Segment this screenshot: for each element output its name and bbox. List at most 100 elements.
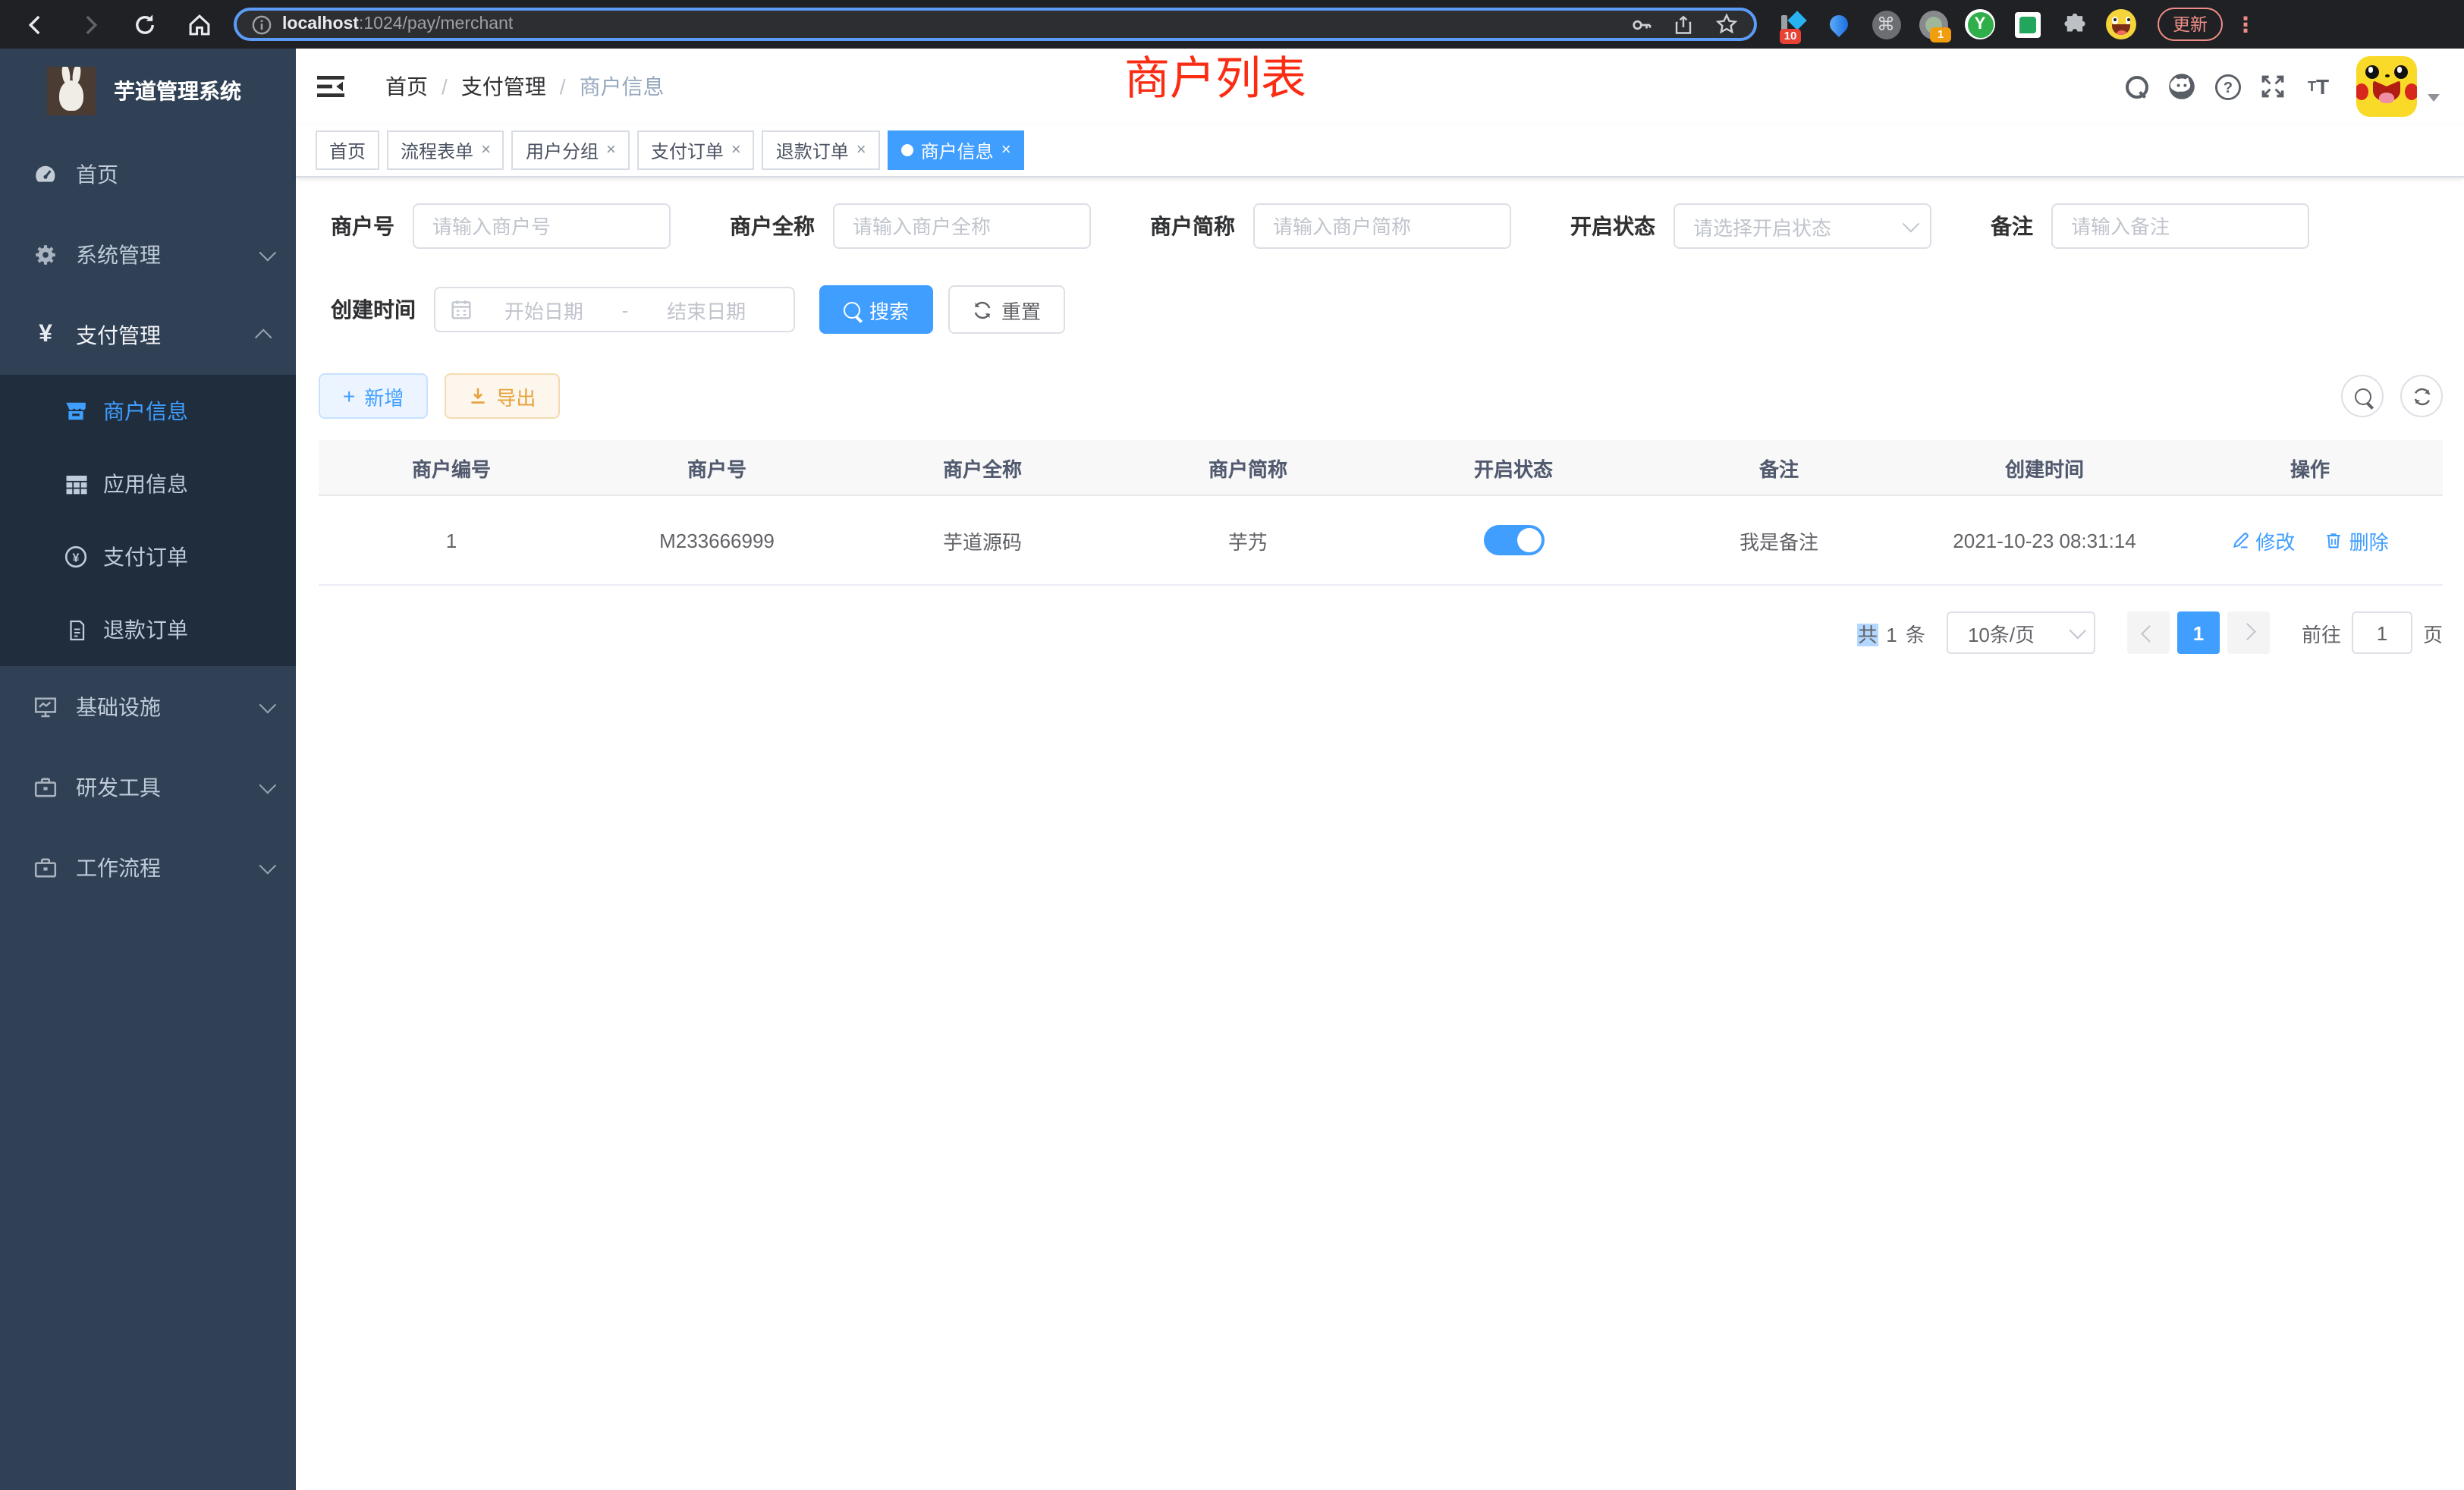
merchant-no-input[interactable] (413, 203, 671, 249)
status-toggle[interactable] (1483, 525, 1544, 555)
breadcrumb-payment[interactable]: 支付管理 (461, 71, 546, 102)
prev-page-button[interactable] (2127, 611, 2170, 654)
remark-input[interactable] (2051, 203, 2309, 249)
pagination-total: 共 1 条 (1858, 618, 1927, 647)
export-button[interactable]: 导出 (445, 373, 560, 419)
short-name-input[interactable] (1253, 203, 1511, 249)
filter-row-1: 商户号 商户全称 商户简称 开启状态 请选择开启状态 (331, 203, 2443, 249)
search-icon[interactable] (2114, 64, 2159, 109)
page-unit-label: 页 (2423, 618, 2443, 647)
search-icon (844, 301, 860, 318)
extension-bar: 10 ⌘ 1 Y (1777, 9, 2136, 39)
extension-proxy-icon[interactable]: 1 (1918, 9, 1948, 39)
font-size-icon[interactable]: TT (2296, 64, 2341, 109)
edit-link[interactable]: 修改 (2231, 526, 2295, 555)
close-icon[interactable]: × (606, 142, 616, 159)
chevron-left-icon (2141, 625, 2158, 643)
table-header-row: 商户编号 商户号 商户全称 商户简称 开启状态 备注 创建时间 操作 (319, 440, 2443, 495)
sidebar-collapse-icon[interactable] (316, 71, 346, 102)
merchant-no-label: 商户号 (331, 211, 394, 241)
date-range-picker[interactable]: 开始日期 - 结束日期 (434, 287, 795, 332)
delete-link[interactable]: 删除 (2325, 526, 2389, 555)
help-icon[interactable]: ? (2205, 64, 2250, 109)
monitor-icon (32, 694, 59, 718)
tab-user-group[interactable]: 用户分组× (512, 130, 630, 170)
sidebar-item-refund-order[interactable]: 退款订单 (0, 593, 296, 666)
chrome-update-button[interactable]: 更新 (2158, 8, 2223, 41)
refresh-button[interactable] (2400, 375, 2443, 417)
sidebar-item-pay-order[interactable]: ¥ 支付订单 (0, 520, 296, 593)
sidebar-item-merchant-info[interactable]: 商户信息 (0, 375, 296, 448)
sidebar-item-workflow[interactable]: 工作流程 (0, 827, 296, 907)
reset-button[interactable]: 重置 (948, 285, 1065, 334)
logo-rabbit-image (47, 67, 96, 115)
cell-short-name: 芋艿 (1115, 495, 1381, 585)
tab-refund-order[interactable]: 退款订单× (762, 130, 880, 170)
extension-y-icon[interactable]: Y (1965, 9, 1995, 39)
full-name-input[interactable] (833, 203, 1091, 249)
bookmark-star-icon[interactable] (1714, 12, 1739, 36)
sidebar-menu: 首页 系统管理 ¥ 支付管理 (0, 134, 296, 1490)
github-icon[interactable] (2159, 64, 2205, 109)
tab-home[interactable]: 首页 (316, 130, 379, 170)
edit-pen-icon (2231, 531, 2249, 549)
tab-pay-order[interactable]: 支付订单× (637, 130, 755, 170)
end-date[interactable]: 结束日期 (634, 295, 778, 324)
close-icon[interactable]: × (481, 142, 491, 159)
sidebar-item-devtools[interactable]: 研发工具 (0, 747, 296, 827)
browser-back-icon[interactable] (15, 5, 55, 44)
cell-merchant-no: M233666999 (584, 495, 850, 585)
url-host: localhost (282, 15, 359, 33)
tab-process-form[interactable]: 流程表单× (387, 130, 504, 170)
start-date[interactable]: 开始日期 (472, 295, 616, 324)
col-merchant-id: 商户编号 (319, 440, 584, 495)
chrome-menu-icon[interactable]: ⋮ (2235, 11, 2256, 37)
close-icon[interactable]: × (1001, 142, 1011, 159)
filter-row-2: 创建时间 开始日期 - 结束日期 搜索 重置 (331, 285, 2443, 334)
goto-page-input[interactable] (2352, 611, 2412, 654)
extension-command-icon[interactable]: ⌘ (1871, 9, 1901, 39)
password-key-icon[interactable] (1630, 13, 1652, 36)
site-info-icon[interactable] (252, 14, 272, 34)
status-select[interactable]: 请选择开启状态 (1674, 203, 1931, 249)
extension-scripts-icon[interactable]: 10 (1777, 9, 1807, 39)
browser-reload-icon[interactable] (124, 5, 164, 44)
user-avatar[interactable] (2356, 56, 2417, 117)
profile-emoji-icon[interactable] (2106, 9, 2136, 39)
chevron-down-icon (259, 244, 277, 261)
extensions-puzzle-icon[interactable] (2059, 9, 2089, 39)
tab-merchant-info[interactable]: 商户信息× (888, 130, 1025, 170)
sidebar-item-infra[interactable]: 基础设施 (0, 666, 296, 747)
extension-chat-icon[interactable] (2012, 9, 2042, 39)
next-page-button[interactable] (2227, 611, 2270, 654)
avatar-caret-icon[interactable] (2428, 93, 2440, 101)
extension-pin-icon[interactable] (1824, 9, 1854, 39)
browser-forward-icon[interactable] (70, 5, 109, 44)
toolbox-icon (32, 775, 59, 799)
chevron-down-icon (1903, 215, 1920, 233)
refresh-icon (2412, 386, 2431, 406)
payment-submenu: 商户信息 应用信息 ¥ 支付订单 (0, 375, 296, 666)
sidebar-item-app-info[interactable]: 应用信息 (0, 448, 296, 520)
calendar-icon (451, 299, 472, 320)
add-button[interactable]: + 新增 (319, 373, 428, 419)
sidebar-item-home[interactable]: 首页 (0, 134, 296, 214)
close-icon[interactable]: × (731, 142, 741, 159)
search-button[interactable]: 搜索 (819, 285, 933, 334)
sidebar-logo[interactable]: 芋道管理系统 (0, 49, 296, 134)
app-frame: 芋道管理系统 首页 系统管理 ¥ (0, 49, 2464, 1490)
close-icon[interactable]: × (856, 142, 866, 159)
chevron-down-icon (259, 696, 277, 713)
share-icon[interactable] (1672, 13, 1695, 36)
page-size-select[interactable]: 10条/页 (1947, 611, 2095, 654)
url-bar[interactable]: localhost:1024/pay/merchant (234, 8, 1757, 41)
toggle-search-button[interactable] (2341, 375, 2384, 417)
sidebar-item-payment[interactable]: ¥ 支付管理 (0, 294, 296, 375)
chevron-down-icon (259, 776, 277, 794)
browser-home-icon[interactable] (179, 5, 218, 44)
breadcrumb-home[interactable]: 首页 (385, 71, 428, 102)
page-number-1[interactable]: 1 (2177, 611, 2220, 654)
table-tools (2341, 375, 2443, 417)
sidebar-item-system[interactable]: 系统管理 (0, 214, 296, 294)
fullscreen-icon[interactable] (2250, 64, 2296, 109)
